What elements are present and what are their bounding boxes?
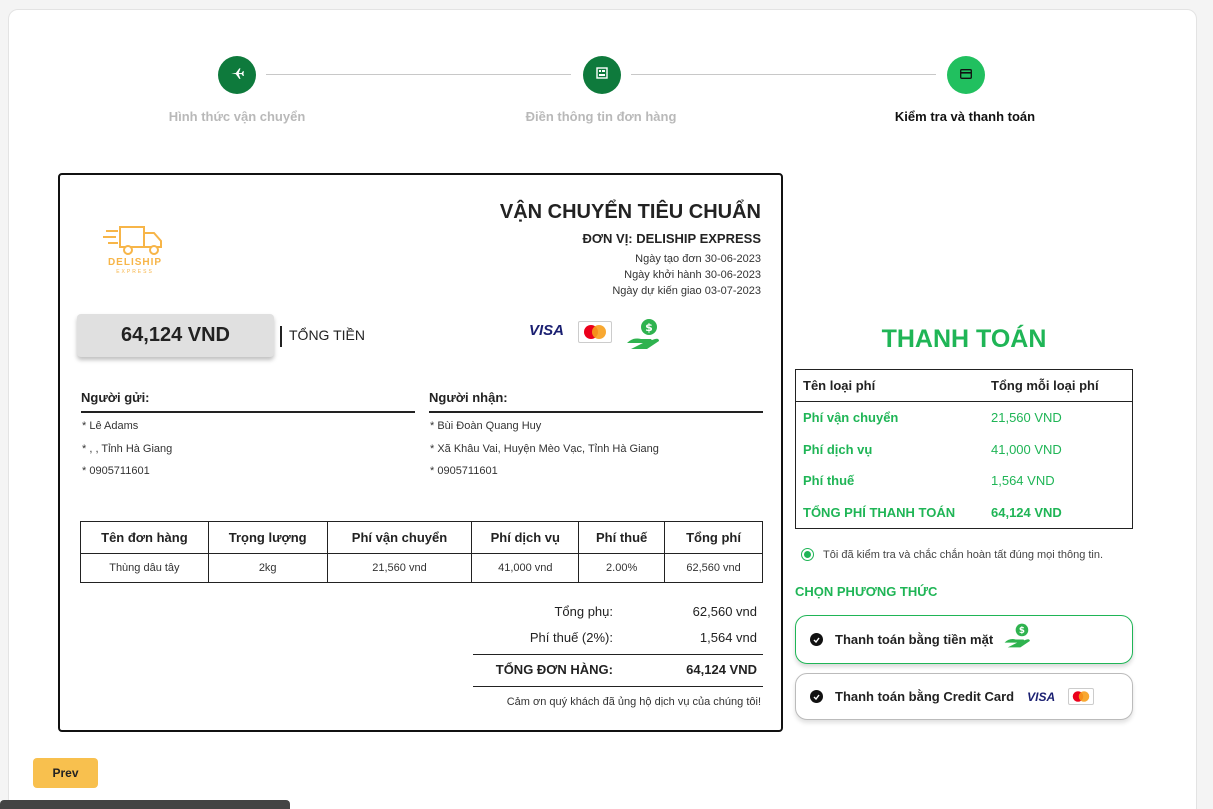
tax-value: 1,564 vnd xyxy=(699,630,757,645)
total-amount: 64,124 VND xyxy=(77,314,274,357)
fee-value: 21,560 VND xyxy=(991,410,1062,426)
fee-table: Tên loại phí Tổng mỗi loại phí Phí vận c… xyxy=(795,369,1133,529)
cash-hand-icon: $ xyxy=(625,317,663,356)
confirm-info-text: Tôi đã kiểm tra và chắc chắn hoàn tất đú… xyxy=(823,548,1104,561)
expected-delivery-date: Ngày dự kiến giao 03-07-2023 xyxy=(612,285,761,297)
card-icon xyxy=(960,66,972,84)
cell-tax: 2.00% xyxy=(578,553,666,583)
visa-logo: VISA xyxy=(529,322,565,339)
step-3-label: Kiểm tra và thanh toán xyxy=(894,109,1036,124)
step-connector-1 xyxy=(266,74,571,75)
shipping-unit: ĐƠN VỊ: DELISHIP EXPRESS xyxy=(582,231,761,246)
created-date: Ngày tạo đơn 30-06-2023 xyxy=(635,253,761,265)
invoice-panel: DELISHIP EXPRESS VẬN CHUYỂN TIÊU CHUẨN Đ… xyxy=(58,173,783,732)
subtotal-value: 62,560 vnd xyxy=(692,604,757,619)
col-item-name: Tên đơn hàng xyxy=(80,521,209,554)
fee-row-shipping: Phí vận chuyển 21,560 VND xyxy=(796,402,1132,434)
tax-row: Phí thuế (2%): 1,564 vnd xyxy=(473,630,763,645)
summary-divider-bottom xyxy=(473,686,763,687)
cash-payment-option[interactable]: Thanh toán bằng tiền mặt $ xyxy=(795,615,1133,664)
col-total: Tổng phí xyxy=(664,521,763,554)
horizontal-scrollbar[interactable] xyxy=(0,800,290,809)
order-total-value: 64,124 VND xyxy=(686,662,757,677)
step-2-circle[interactable] xyxy=(583,56,621,94)
form-icon xyxy=(596,66,608,84)
step-3-circle[interactable] xyxy=(947,56,985,94)
fee-value: 41,000 VND xyxy=(991,441,1062,457)
cell-shipping-fee: 21,560 vnd xyxy=(326,553,473,583)
fee-row-total: TỔNG PHÍ THANH TOÁN 64,124 VND xyxy=(796,497,1132,529)
fee-name: Phí vận chuyển xyxy=(803,410,899,426)
col-shipping-fee: Phí vận chuyển xyxy=(326,521,473,554)
logo-text: DELISHIP xyxy=(107,257,163,268)
step-2-label: Điền thông tin đơn hàng xyxy=(525,109,677,124)
table-header-row: Tên đơn hàng Trọng lượng Phí vận chuyển … xyxy=(80,521,763,554)
receiver-heading: Người nhận: xyxy=(429,390,763,413)
cell-weight: 2kg xyxy=(207,553,328,583)
payment-title: THANH TOÁN xyxy=(881,325,1047,353)
svg-text:$: $ xyxy=(645,321,653,334)
cell-service-fee: 41,000 vnd xyxy=(471,553,580,583)
subtotal-label: Tổng phụ: xyxy=(554,604,613,619)
mastercard-logo xyxy=(1068,688,1095,705)
radio-checked-icon[interactable] xyxy=(801,548,814,561)
svg-text:$: $ xyxy=(1019,626,1025,636)
fee-col-name: Tên loại phí xyxy=(803,378,876,393)
visa-logo: VISA xyxy=(1027,689,1056,704)
fee-col-amount: Tổng mỗi loại phí xyxy=(991,378,1099,393)
table-row: Thùng dâu tây 2kg 21,560 vnd 41,000 vnd … xyxy=(80,553,763,583)
shipping-type-title: VẬN CHUYỂN TIÊU CHUẨN xyxy=(499,201,761,223)
receiver-name: * Bùi Đoàn Quang Huy xyxy=(430,420,542,432)
fee-name: Phí thuế xyxy=(803,473,855,489)
step-1-label: Hình thức vận chuyển xyxy=(168,109,306,124)
fee-name: Phí dịch vụ xyxy=(803,441,873,457)
cash-payment-label: Thanh toán bằng tiền mặt xyxy=(835,632,994,647)
mastercard-logo xyxy=(578,321,612,343)
receiver-phone: * 0905711601 xyxy=(430,465,498,477)
fee-name: TỔNG PHÍ THANH TOÁN xyxy=(803,504,956,520)
order-total-row: TỔNG ĐƠN HÀNG: 64,124 VND xyxy=(473,662,763,677)
col-weight: Trọng lượng xyxy=(207,521,328,554)
credit-card-payment-label: Thanh toán bằng Credit Card xyxy=(835,689,1015,704)
subtotal-row: Tổng phụ: 62,560 vnd xyxy=(473,604,763,619)
prev-button[interactable]: Prev xyxy=(33,758,98,788)
check-circle-icon xyxy=(810,633,823,646)
fee-value: 64,124 VND xyxy=(991,504,1062,520)
method-title: CHỌN PHƯƠNG THỨC xyxy=(795,584,938,599)
step-1-circle[interactable] xyxy=(218,56,256,94)
cell-total: 62,560 vnd xyxy=(664,553,763,583)
order-items-table: Tên đơn hàng Trọng lượng Phí vận chuyển … xyxy=(80,521,763,583)
sender-address: * , , Tỉnh Hà Giang xyxy=(82,443,173,455)
credit-card-payment-option[interactable]: Thanh toán bằng Credit Card VISA xyxy=(795,673,1133,720)
sender-heading: Người gửi: xyxy=(81,390,415,413)
logo-subtext: EXPRESS xyxy=(116,269,154,275)
check-circle-icon xyxy=(810,690,823,703)
fee-value: 1,564 VND xyxy=(991,473,1055,489)
cell-item-name: Thùng dâu tây xyxy=(80,553,209,583)
summary-divider-top xyxy=(473,654,763,655)
step-connector-2 xyxy=(631,74,936,75)
col-tax: Phí thuế xyxy=(578,521,666,554)
tax-label: Phí thuế (2%): xyxy=(529,630,613,645)
deliship-logo: DELISHIP EXPRESS xyxy=(100,223,170,283)
order-total-label: TỔNG ĐƠN HÀNG: xyxy=(495,662,613,677)
sender-name: * Lê Adams xyxy=(82,420,139,432)
plane-icon xyxy=(230,66,244,85)
receiver-address: * Xã Khâu Vai, Huyện Mèo Vạc, Tỉnh Hà Gi… xyxy=(430,443,659,455)
fee-table-header: Tên loại phí Tổng mỗi loại phí xyxy=(796,370,1132,402)
sender-phone: * 0905711601 xyxy=(82,465,150,477)
col-service-fee: Phí dịch vụ xyxy=(471,521,580,554)
departure-date: Ngày khởi hành 30-06-2023 xyxy=(624,269,761,281)
cash-hand-icon: $ xyxy=(1003,622,1033,652)
total-label: TỔNG TIỀN xyxy=(280,326,365,347)
fee-row-service: Phí dịch vụ 41,000 VND xyxy=(796,434,1132,466)
confirm-info-radio[interactable]: Tôi đã kiểm tra và chắc chắn hoàn tất đú… xyxy=(801,548,1103,561)
fee-row-tax: Phí thuế 1,564 VND xyxy=(796,465,1132,497)
thank-you-note: Cảm ơn quý khách đã ủng hộ dịch vụ của c… xyxy=(506,696,761,708)
